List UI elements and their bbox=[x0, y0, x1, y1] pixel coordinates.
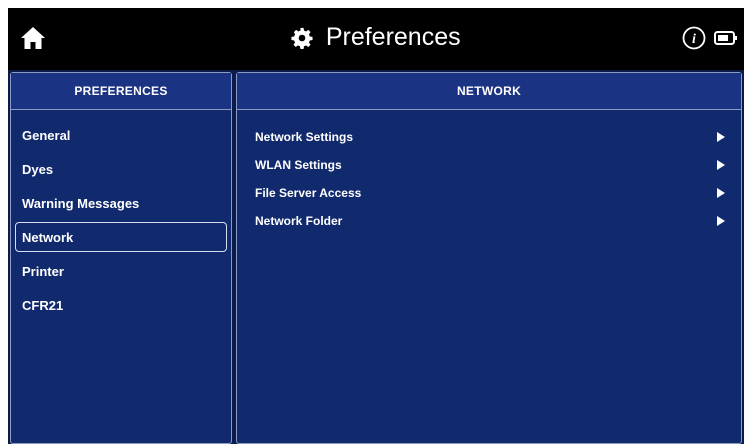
sidebar-item-network[interactable]: Network bbox=[15, 222, 227, 252]
network-settings-row[interactable]: Network Settings bbox=[255, 126, 735, 148]
network-folder-row[interactable]: Network Folder bbox=[255, 210, 735, 232]
network-settings-label: Network Settings bbox=[255, 130, 354, 144]
chevron-right-icon bbox=[717, 216, 725, 226]
sidebar-item-cfr21[interactable]: CFR21 bbox=[15, 290, 227, 320]
title-text: Preferences bbox=[325, 23, 461, 51]
network-folder-label: Network Folder bbox=[255, 214, 343, 228]
preferences-panel-header: PREFERENCES bbox=[11, 73, 231, 110]
gear-icon bbox=[291, 27, 313, 49]
file-server-access-row[interactable]: File Server Access bbox=[255, 182, 735, 204]
battery-icon bbox=[714, 31, 737, 45]
device-screen: Preferences i PREFERENCES General Dyes W… bbox=[8, 8, 744, 444]
sidebar-item-printer[interactable]: Printer bbox=[15, 256, 227, 286]
file-server-access-label: File Server Access bbox=[255, 186, 362, 200]
chevron-right-icon bbox=[717, 132, 725, 142]
wlan-settings-label: WLAN Settings bbox=[255, 158, 342, 172]
sidebar-item-dyes[interactable]: Dyes bbox=[15, 154, 227, 184]
top-bar: Preferences i bbox=[8, 8, 744, 70]
page-title: Preferences bbox=[8, 23, 744, 52]
network-panel: NETWORK Network Settings WLAN Settings F… bbox=[236, 72, 742, 444]
chevron-right-icon bbox=[717, 160, 725, 170]
info-icon[interactable]: i bbox=[682, 26, 706, 50]
sidebar-item-warning-messages[interactable]: Warning Messages bbox=[15, 188, 227, 218]
network-panel-header: NETWORK bbox=[237, 73, 741, 110]
wlan-settings-row[interactable]: WLAN Settings bbox=[255, 154, 735, 176]
svg-text:i: i bbox=[692, 32, 696, 47]
preferences-panel: PREFERENCES General Dyes Warning Message… bbox=[10, 72, 232, 444]
sidebar-item-general[interactable]: General bbox=[15, 120, 227, 150]
chevron-right-icon bbox=[717, 188, 725, 198]
